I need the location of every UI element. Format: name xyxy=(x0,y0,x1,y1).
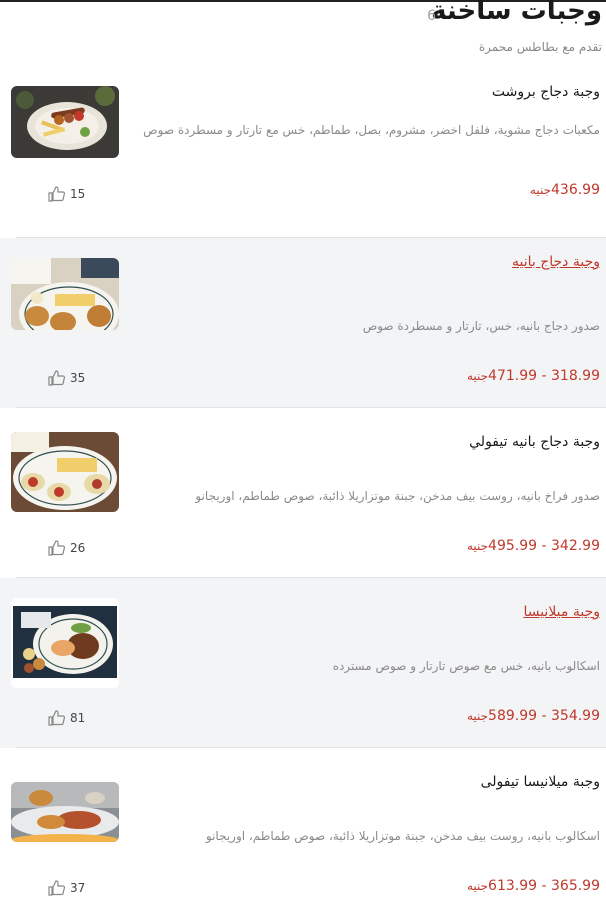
item-image[interactable] xyxy=(11,598,119,688)
section-header: وجبات ساخنة 6 تقدم مع بطاطس محمرة xyxy=(2,0,602,70)
menu-item[interactable]: وجبة دجاج بروشت مكعبات دجاج مشوية، فلفل … xyxy=(0,68,606,238)
item-image[interactable] xyxy=(11,782,119,842)
likes-count: 15 xyxy=(70,187,86,201)
menu-item[interactable]: وجبة ميلانيسا اسكالوب بانيه، خس مع صوص ت… xyxy=(0,578,606,748)
likes[interactable]: 26 xyxy=(48,540,85,556)
item-name[interactable]: وجبة دجاج بانيه تيفولي xyxy=(469,434,600,450)
item-description: اسكالوب بانيه، روست بيف مدخن، جبنة موتزا… xyxy=(205,829,600,843)
item-name[interactable]: وجبة ميلانيسا xyxy=(523,604,600,620)
menu-item[interactable]: وجبة ميلانيسا تيفولى اسكالوب بانيه، روست… xyxy=(0,748,606,903)
item-name[interactable]: وجبة دجاج بانيه xyxy=(512,254,600,270)
section-subtitle: تقدم مع بطاطس محمرة xyxy=(478,40,602,54)
thumbs-up-icon[interactable] xyxy=(48,370,66,386)
price-value: 365.99 - 613.99 xyxy=(488,878,600,894)
likes-count: 26 xyxy=(70,541,86,555)
item-price: 365.99 - 613.99جنيه xyxy=(467,878,600,894)
item-description: صدور دجاج بانيه، خس، تارتار و مسطردة صوص xyxy=(362,319,600,333)
likes[interactable]: 15 xyxy=(48,186,85,202)
likes-count: 35 xyxy=(70,371,86,385)
item-price: 354.99 - 589.99جنيه xyxy=(467,708,600,724)
likes-count: 37 xyxy=(70,881,86,895)
thumbs-up-icon[interactable] xyxy=(48,710,66,726)
item-name[interactable]: وجبة ميلانيسا تيفولى xyxy=(481,774,600,790)
item-price: 436.99جنيه xyxy=(530,182,600,198)
likes-count: 81 xyxy=(70,711,86,725)
currency-label: جنيه xyxy=(529,183,551,197)
menu-item[interactable]: وجبة دجاج بانيه تيفولي صدور فراخ بانيه، … xyxy=(0,408,606,578)
item-description: اسكالوب بانيه، خس مع صوص تارتار و صوص مس… xyxy=(332,659,600,673)
item-image[interactable] xyxy=(11,258,119,330)
section-title: وجبات ساخنة xyxy=(431,0,602,26)
menu-item[interactable]: وجبة دجاج بانيه صدور دجاج بانيه، خس، تار… xyxy=(0,238,606,408)
item-description: مكعبات دجاج مشوية، فلفل اخضر، مشروم، بصل… xyxy=(143,123,600,137)
likes[interactable]: 35 xyxy=(48,370,85,386)
thumbs-up-icon[interactable] xyxy=(48,540,66,556)
item-description: صدور فراخ بانيه، روست بيف مدخن، جبنة موت… xyxy=(195,489,600,503)
currency-label: جنيه xyxy=(466,369,489,383)
item-price: 318.99 - 471.99جنيه xyxy=(467,368,600,384)
item-name[interactable]: وجبة دجاج بروشت xyxy=(492,84,600,100)
likes[interactable]: 81 xyxy=(48,710,85,726)
item-image[interactable] xyxy=(11,86,119,158)
price-value: 318.99 - 471.99 xyxy=(488,368,600,384)
item-price: 342.99 - 495.99جنيه xyxy=(467,538,600,554)
price-value: 342.99 - 495.99 xyxy=(488,538,600,554)
thumbs-up-icon[interactable] xyxy=(48,186,66,202)
currency-label: جنيه xyxy=(466,879,489,893)
thumbs-up-icon[interactable] xyxy=(48,880,66,896)
currency-label: جنيه xyxy=(466,539,489,553)
section-item-count: 6 xyxy=(427,8,436,24)
currency-label: جنيه xyxy=(466,709,489,723)
likes[interactable]: 37 xyxy=(48,880,85,896)
price-value: 436.99 xyxy=(551,182,600,198)
item-image[interactable] xyxy=(11,432,119,512)
price-value: 354.99 - 589.99 xyxy=(488,708,600,724)
